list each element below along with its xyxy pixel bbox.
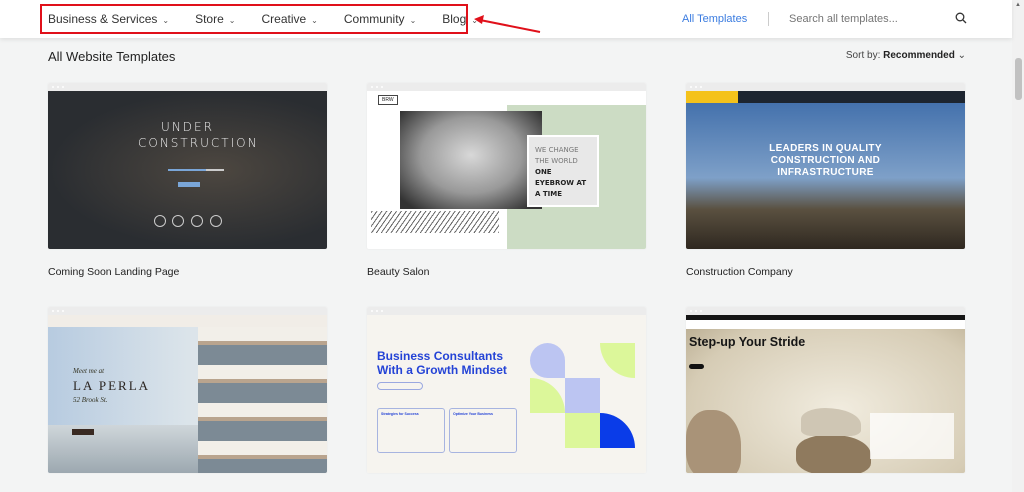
shape	[600, 343, 635, 378]
product-card	[870, 413, 954, 459]
browser-chrome	[686, 307, 965, 315]
template-thumbnail[interactable]: Meet me at LA PERLA 52 Brook St.	[48, 307, 327, 473]
scrollbar[interactable]: ▲	[1012, 0, 1024, 492]
preview-kicker: Meet me at	[73, 367, 105, 375]
facebook-icon	[154, 215, 166, 227]
building-image	[198, 327, 327, 473]
browser-chrome	[367, 307, 646, 315]
preview-logo: BRW	[378, 95, 398, 105]
annotation-arrow-icon	[474, 15, 541, 33]
template-preview: BRW WE CHANGE THE WORLD ONE EYEBROW AT A …	[367, 91, 646, 249]
portrait-image	[400, 111, 542, 209]
template-preview: Meet me at LA PERLA 52 Brook St.	[48, 315, 327, 473]
preview-nav	[48, 315, 327, 327]
preview-logo	[686, 91, 738, 103]
template-preview: LEADERS IN QUALITY CONSTRUCTION AND INFR…	[686, 91, 965, 249]
template-card[interactable]: BRW WE CHANGE THE WORLD ONE EYEBROW AT A …	[367, 83, 646, 278]
preview-headline: Business Consultants With a Growth Minds…	[377, 349, 507, 377]
divider	[768, 12, 769, 26]
template-preview: Business Consultants With a Growth Minds…	[367, 315, 646, 473]
template-thumbnail[interactable]: UNDER CONSTRUCTION	[48, 83, 327, 249]
template-name[interactable]: Coming Soon Landing Page	[48, 266, 327, 278]
instagram-icon	[191, 215, 203, 227]
browser-chrome	[48, 307, 327, 315]
browser-chrome	[686, 83, 965, 91]
hatch-pattern	[371, 211, 499, 233]
chevron-down-icon: ⌄	[957, 50, 966, 61]
shape	[600, 413, 635, 448]
template-thumbnail[interactable]: BRW WE CHANGE THE WORLD ONE EYEBROW AT A …	[367, 83, 646, 249]
sort-label: Sort by:	[845, 50, 881, 61]
headline-box: WE CHANGE THE WORLD ONE EYEBROW AT A TIME	[527, 135, 599, 207]
browser-chrome	[367, 83, 646, 91]
preview-button	[72, 429, 94, 435]
shoe-image	[801, 408, 861, 436]
search-input[interactable]	[789, 13, 949, 25]
headline-light: WE CHANGE THE WORLD	[535, 146, 579, 165]
preview-box: Optimize Your Business	[449, 408, 517, 453]
template-card[interactable]: Business Consultants With a Growth Minds…	[367, 307, 646, 490]
preview-headline: LA PERLA	[73, 378, 151, 393]
template-card[interactable]: UNDER CONSTRUCTION Coming Soon Landing P…	[48, 83, 327, 278]
preview-headline: LEADERS IN QUALITY CONSTRUCTION AND INFR…	[769, 143, 882, 178]
template-preview: UNDER CONSTRUCTION	[48, 91, 327, 249]
template-thumbnail[interactable]: LEADERS IN QUALITY CONSTRUCTION AND INFR…	[686, 83, 965, 249]
template-preview: Step-up Your Stride	[686, 315, 965, 473]
top-nav-bar: Business & Services ⌄ Store ⌄ Creative ⌄ Co…	[0, 0, 1012, 38]
template-card[interactable]: Meet me at LA PERLA 52 Brook St.	[48, 307, 327, 490]
page-title: All Website Templates	[48, 49, 176, 64]
scroll-up-icon[interactable]: ▲	[1015, 2, 1021, 8]
preview-nav	[686, 320, 965, 329]
preview-button	[178, 182, 200, 187]
progress-bar	[168, 169, 224, 171]
scrollbar-thumb[interactable]	[1015, 58, 1022, 100]
preview-subtitle: 52 Brook St.	[73, 396, 108, 404]
shape	[565, 378, 600, 413]
all-templates-link[interactable]: All Templates	[682, 13, 747, 25]
template-card[interactable]: Step-up Your Stride	[686, 307, 965, 490]
search-icon[interactable]	[955, 12, 967, 24]
template-name[interactable]: Beauty Salon	[367, 266, 646, 278]
preview-button	[377, 382, 423, 390]
template-thumbnail[interactable]: Business Consultants With a Growth Minds…	[367, 307, 646, 473]
twitter-icon	[210, 215, 222, 227]
rock-image	[686, 410, 741, 473]
preview-button	[689, 364, 704, 369]
template-thumbnail[interactable]: Step-up Your Stride	[686, 307, 965, 473]
preview-headline: Step-up Your Stride	[689, 335, 806, 349]
shape	[565, 413, 600, 448]
shape	[530, 378, 565, 413]
shape	[530, 343, 565, 378]
sort-dropdown[interactable]: Sort by: Recommended ⌄	[846, 50, 966, 61]
highlight-box-annotation	[40, 4, 468, 34]
preview-box: Strategies for Success	[377, 408, 445, 453]
preview-headline: UNDER CONSTRUCTION	[138, 120, 259, 150]
linkedin-icon	[172, 215, 184, 227]
rock-image	[796, 435, 871, 473]
sort-value: Recommended	[883, 50, 955, 61]
template-name[interactable]: Construction Company	[686, 266, 965, 278]
headline-bold: ONE EYEBROW AT A TIME	[535, 168, 587, 198]
browser-chrome	[48, 83, 327, 91]
template-card[interactable]: LEADERS IN QUALITY CONSTRUCTION AND INFR…	[686, 83, 965, 278]
